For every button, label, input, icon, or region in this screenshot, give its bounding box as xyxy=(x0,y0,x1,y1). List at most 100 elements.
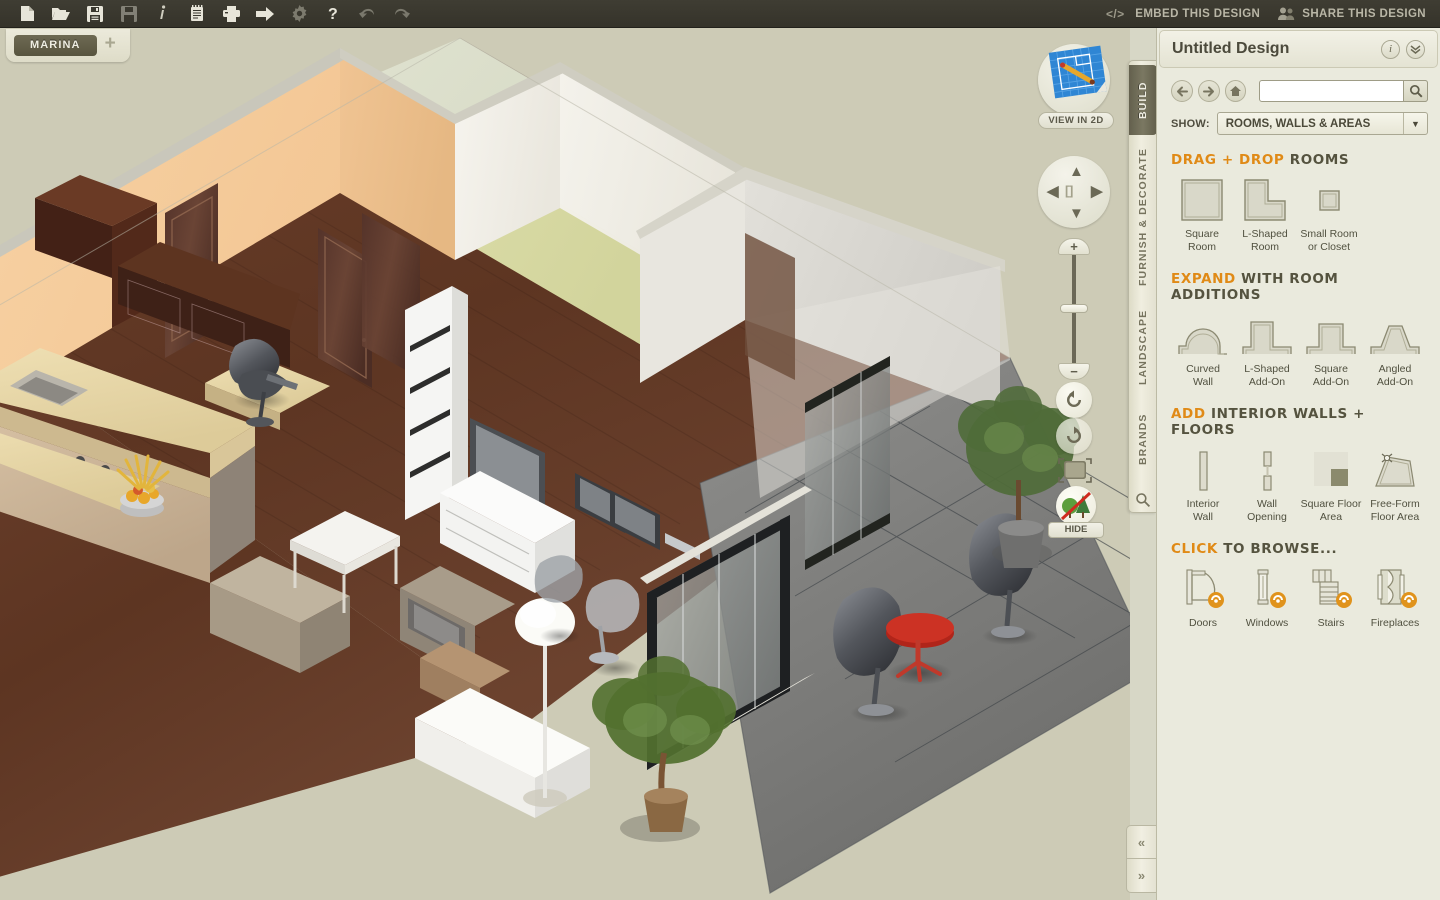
zoom-out-button[interactable]: − xyxy=(1058,363,1090,380)
tool-doors[interactable]: Doors xyxy=(1171,566,1235,630)
zoom-slider-handle[interactable] xyxy=(1060,304,1088,313)
show-select[interactable]: ROOMS, WALLS & AREAS ▼ xyxy=(1216,112,1428,135)
new-document-icon[interactable] xyxy=(10,1,44,27)
search-input[interactable] xyxy=(1260,81,1403,101)
tool-wall-opening[interactable]: Wall Opening xyxy=(1235,447,1299,524)
page-title: Untitled Design xyxy=(1172,40,1290,57)
zoom-slider[interactable]: + − xyxy=(1058,238,1090,380)
panel-nav-row xyxy=(1157,68,1440,102)
redo-icon[interactable] xyxy=(384,1,418,27)
home-button[interactable] xyxy=(1224,80,1247,102)
zoom-in-button[interactable]: + xyxy=(1058,238,1090,255)
pan-control[interactable]: ▲ ▼ ◀ ▶ [ ] xyxy=(1038,156,1110,228)
tool-label: Angled Add-On xyxy=(1376,363,1414,388)
blueprint-pencil-icon[interactable] xyxy=(1046,43,1110,105)
fit-to-screen-button[interactable] xyxy=(1056,456,1094,486)
export-icon[interactable] xyxy=(248,1,282,27)
embed-design-link[interactable]: </> EMBED THIS DESIGN xyxy=(1106,8,1260,20)
undo-icon[interactable] xyxy=(350,1,384,27)
view-in-2d-label[interactable]: VIEW IN 2D xyxy=(1038,112,1114,129)
tool-label: Square Room xyxy=(1185,228,1219,253)
square-floor-area-icon xyxy=(1299,447,1363,493)
tool-label: Square Floor Area xyxy=(1300,498,1362,523)
fireplace-icon xyxy=(1363,566,1427,612)
tool-label: Doors xyxy=(1188,617,1217,629)
tool-square-floor-area[interactable]: Square Floor Area xyxy=(1299,447,1363,524)
section-click-to-browse: CLICK TO BROWSE... Doors Windows Stairs … xyxy=(1157,541,1440,630)
door-icon xyxy=(1171,566,1235,612)
pan-up-arrow[interactable]: ▲ xyxy=(1069,164,1084,179)
recenter-icon[interactable]: [ ] xyxy=(1065,184,1073,197)
search-button[interactable] xyxy=(1403,80,1429,102)
hide-plants-label[interactable]: HIDE xyxy=(1048,522,1104,538)
stairs-icon xyxy=(1299,566,1363,612)
l-shaped-addon-icon xyxy=(1235,312,1299,358)
wall-opening-icon xyxy=(1235,447,1299,493)
view-in-2d-control[interactable]: VIEW IN 2D xyxy=(1032,40,1118,129)
collapse-left-button[interactable]: « xyxy=(1126,825,1156,859)
rotate-left-button[interactable] xyxy=(1056,382,1092,418)
save-as-icon[interactable] xyxy=(112,1,146,27)
app-root: ? </> EMBED THIS DESIGN SHARE THIS DESIG… xyxy=(0,0,1440,900)
pan-right-arrow[interactable]: ▶ xyxy=(1091,184,1103,199)
share-design-link[interactable]: SHARE THIS DESIGN xyxy=(1278,7,1426,20)
crop-frame-icon xyxy=(1058,458,1092,483)
tool-fireplaces[interactable]: Fireplaces xyxy=(1363,566,1427,630)
design-canvas[interactable]: VIEW IN 2D ▲ ▼ ◀ ▶ [ ] + − HIDE xyxy=(0,28,1130,900)
chevron-down-icon[interactable]: ▼ xyxy=(1403,113,1427,134)
chevron-down-icon[interactable] xyxy=(1406,39,1425,59)
tool-l-shaped-add-on[interactable]: L-Shaped Add-On xyxy=(1235,312,1299,389)
help-icon[interactable]: ? xyxy=(316,1,350,27)
collapse-right-button[interactable]: » xyxy=(1126,859,1156,893)
add-tab-button[interactable]: + xyxy=(105,34,116,54)
rotate-right-button[interactable] xyxy=(1056,418,1092,454)
l-shaped-room-icon xyxy=(1233,177,1297,223)
sidebar-item-brands[interactable]: BRANDS xyxy=(1129,403,1157,475)
section-title-accent: EXPAND xyxy=(1171,271,1236,287)
tool-label: Wall Opening xyxy=(1247,498,1287,523)
window-icon xyxy=(1235,566,1299,612)
tool-label: Small Room or Closet xyxy=(1300,228,1358,253)
sidebar-item-landscape[interactable]: LANDSCAPE xyxy=(1129,299,1157,395)
tool-l-shaped-room[interactable]: L-Shaped Room xyxy=(1233,177,1297,254)
settings-gear-icon[interactable] xyxy=(282,1,316,27)
plants-toggle-icon xyxy=(1060,491,1092,521)
rotate-left-icon xyxy=(1067,390,1081,407)
tool-stairs[interactable]: Stairs xyxy=(1299,566,1363,630)
notes-icon[interactable] xyxy=(180,1,214,27)
tool-small-room-or-closet[interactable]: Small Room or Closet xyxy=(1297,177,1361,254)
section-items: Doors Windows Stairs Fireplaces xyxy=(1171,566,1428,630)
toolbar-icon-group: ? xyxy=(0,1,418,27)
info-icon[interactable] xyxy=(146,1,180,27)
tool-windows[interactable]: Windows xyxy=(1235,566,1299,630)
tool-square-room[interactable]: Square Room xyxy=(1171,177,1233,254)
save-icon[interactable] xyxy=(78,1,112,27)
search-box[interactable] xyxy=(1259,80,1429,102)
tool-angled-add-on[interactable]: Angled Add-On xyxy=(1363,312,1427,389)
print-icon[interactable] xyxy=(214,1,248,27)
document-tab-marina[interactable]: MARINA xyxy=(14,35,97,56)
forward-button[interactable] xyxy=(1197,80,1220,102)
open-folder-icon[interactable] xyxy=(44,1,78,27)
sidebar-item-build[interactable]: BUILD xyxy=(1129,65,1157,135)
pan-down-arrow[interactable]: ▼ xyxy=(1069,206,1084,221)
section-title: DRAG + DROP ROOMS xyxy=(1171,152,1428,168)
hide-plants-button[interactable] xyxy=(1056,486,1096,526)
section-title-rest: ROOMS xyxy=(1289,152,1350,168)
arrow-left-icon xyxy=(1176,86,1188,96)
right-panel: Untitled Design i SHOW: ROOMS, WALLS & A… xyxy=(1156,28,1440,900)
tool-curved-wall[interactable]: Curved Wall xyxy=(1171,312,1235,389)
toolbar-right-links: </> EMBED THIS DESIGN SHARE THIS DESIGN xyxy=(1106,7,1440,20)
interior-wall-icon xyxy=(1171,447,1235,493)
rotate-right-icon xyxy=(1067,426,1081,443)
people-icon xyxy=(1278,7,1295,20)
tool-interior-wall[interactable]: Interior Wall xyxy=(1171,447,1235,524)
pan-left-arrow[interactable]: ◀ xyxy=(1047,184,1059,199)
tool-free-form-floor-area[interactable]: Free-Form Floor Area xyxy=(1363,447,1427,524)
sidebar-item-furnish-decorate[interactable]: FURNISH & DECORATE xyxy=(1129,143,1157,291)
info-icon[interactable]: i xyxy=(1381,39,1400,59)
tool-square-add-on[interactable]: Square Add-On xyxy=(1299,312,1363,389)
back-button[interactable] xyxy=(1171,80,1193,102)
search-icon[interactable] xyxy=(1135,492,1151,508)
floorplan-3d-scene xyxy=(0,28,1130,900)
